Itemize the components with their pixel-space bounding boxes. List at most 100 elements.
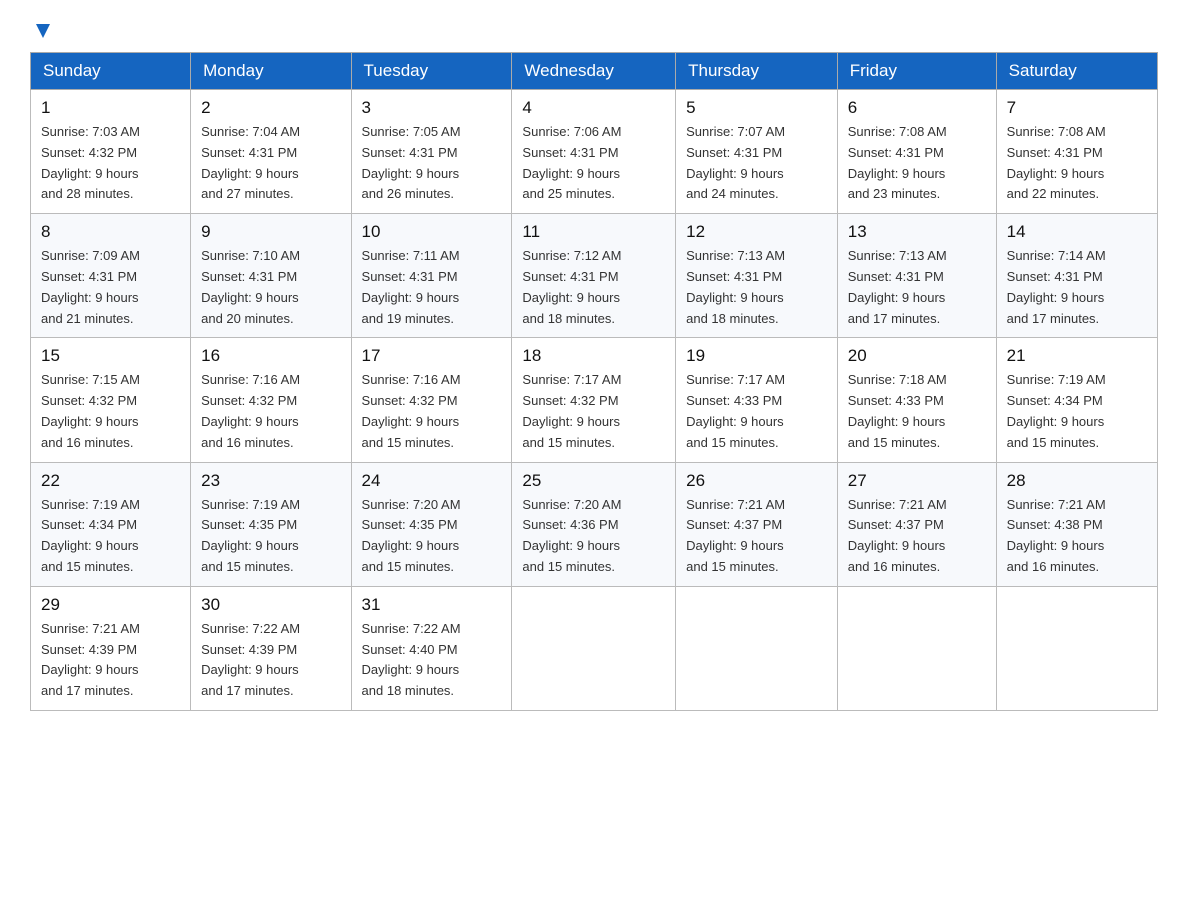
calendar-cell: 2 Sunrise: 7:04 AMSunset: 4:31 PMDaylight…: [191, 90, 351, 214]
day-info: Sunrise: 7:14 AMSunset: 4:31 PMDaylight:…: [1007, 246, 1147, 329]
day-info: Sunrise: 7:12 AMSunset: 4:31 PMDaylight:…: [522, 246, 665, 329]
calendar-cell: 25 Sunrise: 7:20 AMSunset: 4:36 PMDayligh…: [512, 462, 676, 586]
calendar-cell: 10 Sunrise: 7:11 AMSunset: 4:31 PMDayligh…: [351, 214, 512, 338]
weekday-header-row: SundayMondayTuesdayWednesdayThursdayFrid…: [31, 53, 1158, 90]
day-number: 8: [41, 222, 180, 242]
calendar-cell: 19 Sunrise: 7:17 AMSunset: 4:33 PMDayligh…: [676, 338, 838, 462]
calendar-cell: 23 Sunrise: 7:19 AMSunset: 4:35 PMDayligh…: [191, 462, 351, 586]
calendar-table: SundayMondayTuesdayWednesdayThursdayFrid…: [30, 52, 1158, 711]
day-info: Sunrise: 7:22 AMSunset: 4:40 PMDaylight:…: [362, 619, 502, 702]
day-number: 22: [41, 471, 180, 491]
day-info: Sunrise: 7:16 AMSunset: 4:32 PMDaylight:…: [201, 370, 340, 453]
header: [30, 20, 1158, 42]
day-info: Sunrise: 7:16 AMSunset: 4:32 PMDaylight:…: [362, 370, 502, 453]
page: SundayMondayTuesdayWednesdayThursdayFrid…: [0, 0, 1188, 741]
calendar-cell: [676, 586, 838, 710]
day-number: 10: [362, 222, 502, 242]
day-info: Sunrise: 7:19 AMSunset: 4:35 PMDaylight:…: [201, 495, 340, 578]
weekday-header-friday: Friday: [837, 53, 996, 90]
day-number: 2: [201, 98, 340, 118]
calendar-cell: 13Sunrise: 7:13 AMSunset: 4:31 PMDayligh…: [837, 214, 996, 338]
day-info: Sunrise: 7:11 AMSunset: 4:31 PMDaylight:…: [362, 246, 502, 329]
day-info: Sunrise: 7:17 AMSunset: 4:32 PMDaylight:…: [522, 370, 665, 453]
day-number: 19: [686, 346, 827, 366]
calendar-cell: 8Sunrise: 7:09 AMSunset: 4:31 PMDaylight…: [31, 214, 191, 338]
week-row-3: 15 Sunrise: 7:15 AMSunset: 4:32 PMDayligh…: [31, 338, 1158, 462]
day-number: 18: [522, 346, 665, 366]
weekday-header-thursday: Thursday: [676, 53, 838, 90]
day-number: 29: [41, 595, 180, 615]
day-info: Sunrise: 7:20 AMSunset: 4:35 PMDaylight:…: [362, 495, 502, 578]
day-info: Sunrise: 7:18 AMSunset: 4:33 PMDaylight:…: [848, 370, 986, 453]
day-number: 31: [362, 595, 502, 615]
day-info: Sunrise: 7:22 AMSunset: 4:39 PMDaylight:…: [201, 619, 340, 702]
day-number: 9: [201, 222, 340, 242]
calendar-cell: 4 Sunrise: 7:06 AMSunset: 4:31 PMDaylight…: [512, 90, 676, 214]
calendar-cell: 31 Sunrise: 7:22 AMSunset: 4:40 PMDayligh…: [351, 586, 512, 710]
weekday-header-saturday: Saturday: [996, 53, 1157, 90]
calendar-cell: 12Sunrise: 7:13 AMSunset: 4:31 PMDayligh…: [676, 214, 838, 338]
calendar-cell: 1Sunrise: 7:03 AMSunset: 4:32 PMDaylight…: [31, 90, 191, 214]
calendar-cell: 28 Sunrise: 7:21 AMSunset: 4:38 PMDayligh…: [996, 462, 1157, 586]
week-row-4: 22Sunrise: 7:19 AMSunset: 4:34 PMDayligh…: [31, 462, 1158, 586]
calendar-cell: 16 Sunrise: 7:16 AMSunset: 4:32 PMDayligh…: [191, 338, 351, 462]
day-info: Sunrise: 7:04 AMSunset: 4:31 PMDaylight:…: [201, 122, 340, 205]
day-number: 17: [362, 346, 502, 366]
logo: [30, 20, 54, 42]
day-number: 23: [201, 471, 340, 491]
day-info: Sunrise: 7:17 AMSunset: 4:33 PMDaylight:…: [686, 370, 827, 453]
calendar-cell: 11Sunrise: 7:12 AMSunset: 4:31 PMDayligh…: [512, 214, 676, 338]
day-info: Sunrise: 7:06 AMSunset: 4:31 PMDaylight:…: [522, 122, 665, 205]
day-number: 25: [522, 471, 665, 491]
calendar-cell: [512, 586, 676, 710]
week-row-2: 8Sunrise: 7:09 AMSunset: 4:31 PMDaylight…: [31, 214, 1158, 338]
calendar-cell: 30 Sunrise: 7:22 AMSunset: 4:39 PMDayligh…: [191, 586, 351, 710]
day-info: Sunrise: 7:21 AMSunset: 4:38 PMDaylight:…: [1007, 495, 1147, 578]
day-info: Sunrise: 7:21 AMSunset: 4:37 PMDaylight:…: [848, 495, 986, 578]
calendar-cell: 27 Sunrise: 7:21 AMSunset: 4:37 PMDayligh…: [837, 462, 996, 586]
day-info: Sunrise: 7:13 AMSunset: 4:31 PMDaylight:…: [686, 246, 827, 329]
weekday-header-sunday: Sunday: [31, 53, 191, 90]
calendar-cell: 15 Sunrise: 7:15 AMSunset: 4:32 PMDayligh…: [31, 338, 191, 462]
weekday-header-tuesday: Tuesday: [351, 53, 512, 90]
day-number: 6: [848, 98, 986, 118]
calendar-cell: 22Sunrise: 7:19 AMSunset: 4:34 PMDayligh…: [31, 462, 191, 586]
logo-triangle-icon: [32, 20, 54, 42]
weekday-header-wednesday: Wednesday: [512, 53, 676, 90]
calendar-cell: 5Sunrise: 7:07 AMSunset: 4:31 PMDaylight…: [676, 90, 838, 214]
calendar-cell: 29Sunrise: 7:21 AMSunset: 4:39 PMDayligh…: [31, 586, 191, 710]
day-number: 27: [848, 471, 986, 491]
day-info: Sunrise: 7:03 AMSunset: 4:32 PMDaylight:…: [41, 122, 180, 205]
calendar-cell: [996, 586, 1157, 710]
day-info: Sunrise: 7:15 AMSunset: 4:32 PMDaylight:…: [41, 370, 180, 453]
week-row-5: 29Sunrise: 7:21 AMSunset: 4:39 PMDayligh…: [31, 586, 1158, 710]
day-number: 15: [41, 346, 180, 366]
calendar-cell: 14 Sunrise: 7:14 AMSunset: 4:31 PMDayligh…: [996, 214, 1157, 338]
day-info: Sunrise: 7:10 AMSunset: 4:31 PMDaylight:…: [201, 246, 340, 329]
calendar-cell: 18 Sunrise: 7:17 AMSunset: 4:32 PMDayligh…: [512, 338, 676, 462]
day-info: Sunrise: 7:20 AMSunset: 4:36 PMDaylight:…: [522, 495, 665, 578]
day-number: 16: [201, 346, 340, 366]
day-info: Sunrise: 7:07 AMSunset: 4:31 PMDaylight:…: [686, 122, 827, 205]
day-number: 4: [522, 98, 665, 118]
calendar-cell: 17 Sunrise: 7:16 AMSunset: 4:32 PMDayligh…: [351, 338, 512, 462]
day-number: 3: [362, 98, 502, 118]
day-number: 14: [1007, 222, 1147, 242]
calendar-cell: 20 Sunrise: 7:18 AMSunset: 4:33 PMDayligh…: [837, 338, 996, 462]
day-info: Sunrise: 7:19 AMSunset: 4:34 PMDaylight:…: [1007, 370, 1147, 453]
day-number: 7: [1007, 98, 1147, 118]
day-number: 24: [362, 471, 502, 491]
day-number: 28: [1007, 471, 1147, 491]
weekday-header-monday: Monday: [191, 53, 351, 90]
calendar-cell: 24 Sunrise: 7:20 AMSunset: 4:35 PMDayligh…: [351, 462, 512, 586]
calendar-cell: 3Sunrise: 7:05 AMSunset: 4:31 PMDaylight…: [351, 90, 512, 214]
calendar-cell: [837, 586, 996, 710]
calendar-cell: 26 Sunrise: 7:21 AMSunset: 4:37 PMDayligh…: [676, 462, 838, 586]
day-number: 20: [848, 346, 986, 366]
day-number: 26: [686, 471, 827, 491]
day-info: Sunrise: 7:21 AMSunset: 4:37 PMDaylight:…: [686, 495, 827, 578]
day-number: 30: [201, 595, 340, 615]
day-info: Sunrise: 7:08 AMSunset: 4:31 PMDaylight:…: [1007, 122, 1147, 205]
calendar-cell: 7 Sunrise: 7:08 AMSunset: 4:31 PMDaylight…: [996, 90, 1157, 214]
day-info: Sunrise: 7:08 AMSunset: 4:31 PMDaylight:…: [848, 122, 986, 205]
